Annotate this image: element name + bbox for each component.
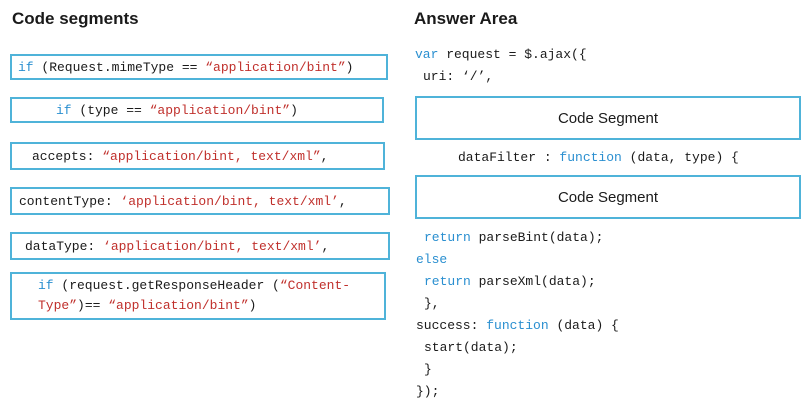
segment-text: ) — [345, 60, 354, 75]
code-text: parseBint(data); — [470, 230, 604, 245]
code-line-return-xml: return parseXml(data); — [424, 272, 596, 292]
code-segment-request-mimetype[interactable]: if (Request.mimeType == “application/bin… — [10, 54, 388, 80]
segment-text: (Request.mimeType == — [41, 60, 206, 75]
code-text: dataFilter : — [458, 150, 560, 165]
code-keyword: function — [559, 150, 622, 165]
code-keyword: else — [416, 252, 448, 267]
code-keyword: var — [415, 47, 439, 62]
segment-text: )== — [77, 298, 109, 313]
code-line-return-bint: return parseBint(data); — [424, 228, 603, 248]
code-line-var-request: var request = $.ajax({ — [415, 45, 587, 65]
answer-slot-label: Code Segment — [557, 188, 659, 206]
segment-text: (request.getResponseHeader ( — [61, 278, 280, 293]
code-line-success: success: function (data) { — [416, 316, 619, 336]
code-segment-if-type[interactable]: if (type == “application/bint”) — [10, 97, 384, 123]
code-line-datafilter: dataFilter : function (data, type) { — [458, 148, 739, 168]
code-line-close-success: } — [424, 362, 432, 377]
segment-keyword: if — [56, 103, 80, 118]
code-segments-heading: Code segments — [12, 9, 139, 28]
code-line-start: start(data); — [424, 340, 518, 355]
code-line-uri: uri: ‘/’, — [423, 69, 494, 84]
code-text: success: — [416, 318, 487, 333]
code-line-close-ajax: }); — [416, 384, 440, 399]
segment-text: , — [321, 239, 330, 254]
code-text: (data, type) { — [621, 150, 739, 165]
code-keyword: function — [486, 318, 549, 333]
code-line-else: else — [416, 250, 447, 270]
segment-text: (type == — [79, 103, 150, 118]
segment-text: , — [338, 194, 347, 209]
segment-string: “application/bint” — [205, 60, 346, 75]
segment-string: “application/bint” — [149, 103, 291, 118]
segment-text: ) — [290, 103, 298, 118]
code-segment-datatype[interactable]: dataType: ‘application/bint, text/xml’, — [10, 232, 390, 260]
segment-text: accepts: — [32, 149, 103, 164]
code-text: (data) { — [548, 318, 619, 333]
segment-string: “Content- — [279, 278, 351, 293]
code-line-close-filter: }, — [424, 296, 440, 311]
segment-string: “application/bint” — [108, 298, 249, 313]
code-segment-contenttype[interactable]: contentType: ‘application/bint, text/xml… — [10, 187, 390, 215]
code-segment-getresponseheader[interactable]: if (request.getResponseHeader (“Content-… — [10, 272, 386, 320]
code-keyword: return — [424, 274, 471, 289]
segment-keyword: if — [38, 278, 62, 293]
segment-string: ‘application/bint, text/xml’ — [120, 194, 339, 209]
answer-slot-1[interactable]: Code Segment — [415, 96, 801, 140]
code-text: request = $.ajax({ — [438, 47, 587, 62]
answer-slot-label: Code Segment — [557, 109, 659, 127]
code-text: parseXml(data); — [470, 274, 596, 289]
segment-string: “application/bint, text/xml” — [102, 149, 321, 164]
segment-text: contentType: — [19, 194, 121, 209]
answer-slot-2[interactable]: Code Segment — [415, 175, 801, 219]
code-segment-accepts[interactable]: accepts: “application/bint, text/xml”, — [10, 142, 385, 170]
segment-string: ‘application/bint, text/xml’ — [103, 239, 322, 254]
segment-text: ) — [248, 298, 257, 313]
segment-text: dataType: — [25, 239, 104, 254]
segment-text: , — [320, 149, 329, 164]
segment-keyword: if — [18, 60, 42, 75]
segment-string: Type” — [38, 298, 78, 313]
answer-area-heading: Answer Area — [414, 9, 518, 28]
code-keyword: return — [424, 230, 471, 245]
